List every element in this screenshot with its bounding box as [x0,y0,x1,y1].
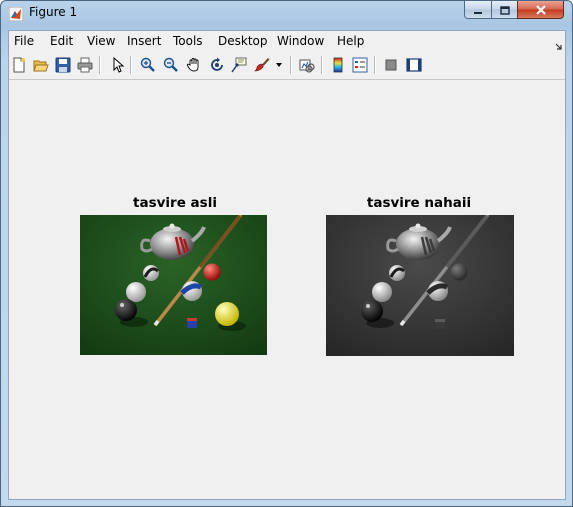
maximize-button[interactable] [491,1,518,19]
pan-hand-icon[interactable] [185,56,203,74]
result-image[interactable] [326,215,514,356]
menu-edit[interactable]: Edit [50,34,73,48]
axes-title-original: tasvire asli [133,195,217,211]
toolbar-separator [321,56,323,74]
menu-bar: File Edit View Insert Tools Desktop Wind… [9,31,565,51]
original-image[interactable] [80,215,267,355]
minimize-icon [473,0,483,19]
link-plot-icon[interactable] [298,56,316,74]
menu-help[interactable]: Help [337,34,364,48]
figure-toolbar [9,51,565,80]
rotate-3d-icon[interactable] [208,56,226,74]
toolbar-separator [130,56,132,74]
open-file-icon[interactable] [32,56,50,74]
hide-plot-tools-icon[interactable] [382,56,400,74]
axes-title-result: tasvire nahaii [366,195,472,211]
toolbar-separator [374,56,376,74]
toolbar-separator [290,56,292,74]
insert-colorbar-icon[interactable] [329,56,347,74]
window-title: Figure 1 [29,5,78,19]
print-icon[interactable] [76,56,94,74]
save-icon[interactable] [54,56,72,74]
brush-icon[interactable] [253,56,271,74]
zoom-in-icon[interactable] [139,56,157,74]
insert-legend-icon[interactable] [351,56,369,74]
menu-desktop[interactable]: Desktop [218,34,268,48]
close-button[interactable] [517,1,564,19]
title-bar[interactable]: Figure 1 [1,1,572,25]
figure-window: Figure 1 File Edit View Insert Tools Des… [0,0,573,507]
matlab-logo-icon [8,6,24,22]
brush-dropdown-icon[interactable] [274,56,284,74]
maximize-icon [499,0,510,19]
menu-view[interactable]: View [87,34,115,48]
figure-client-area: File Edit View Insert Tools Desktop Wind… [8,30,566,500]
menu-window[interactable]: Window [277,34,324,48]
close-icon [535,0,547,19]
zoom-out-icon[interactable] [162,56,180,74]
edit-plot-arrow-icon[interactable] [109,56,127,74]
new-figure-icon[interactable] [10,56,28,74]
dock-arrow-icon[interactable] [555,36,563,50]
menu-file[interactable]: File [14,34,34,48]
menu-insert[interactable]: Insert [127,34,161,48]
data-cursor-icon[interactable] [230,56,248,74]
toolbar-separator [99,56,101,74]
show-plot-tools-icon[interactable] [405,56,423,74]
menu-tools[interactable]: Tools [173,34,203,48]
minimize-button[interactable] [464,1,492,19]
